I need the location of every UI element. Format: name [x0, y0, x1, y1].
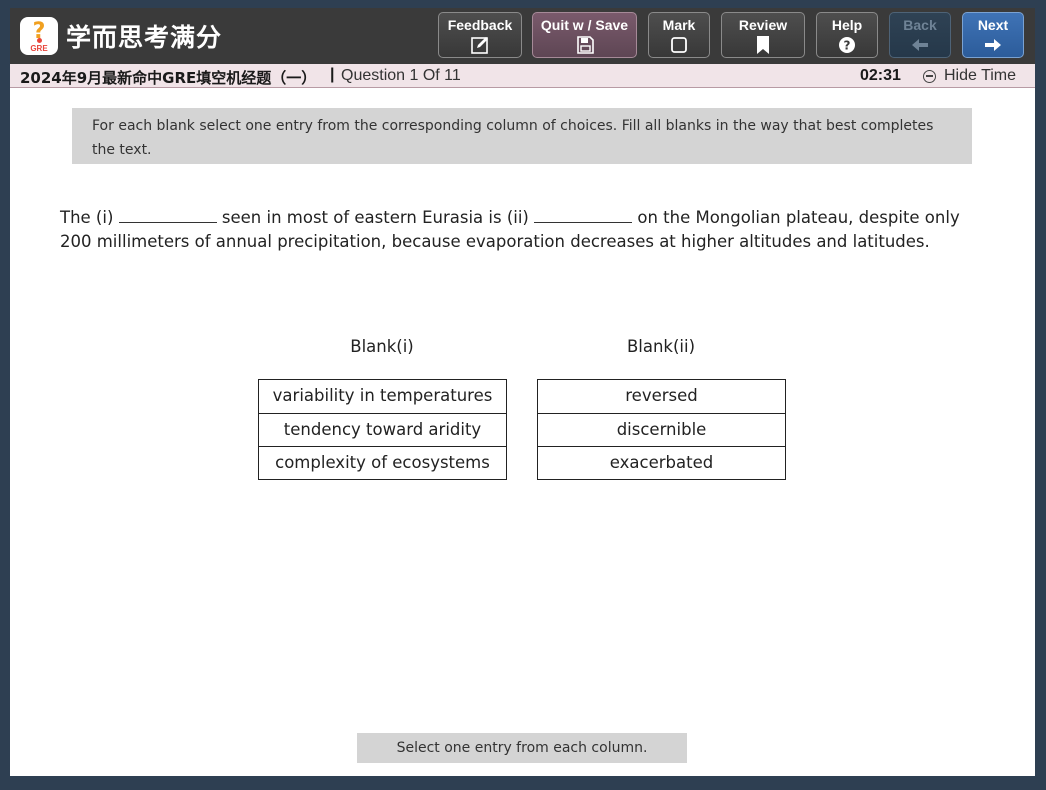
arrow-right-icon [963, 35, 1023, 57]
minus-circle-icon [923, 69, 936, 83]
hide-time-button[interactable]: Hide Time [923, 67, 1016, 85]
question-text: The (i) seen in most of eastern Eurasia … [60, 206, 990, 254]
question-counter: Question 1 Of 11 [341, 67, 461, 84]
toolbar: ? GRE 学而思考满分 Feedback Quit w / Save Mark [10, 8, 1035, 64]
back-button[interactable]: Back [889, 12, 951, 58]
timer: 02:31 [860, 67, 901, 84]
edit-icon [439, 35, 521, 57]
brand-name: 学而思考满分 [66, 23, 223, 52]
next-label: Next [977, 17, 1009, 33]
quit-save-button[interactable]: Quit w / Save [532, 12, 637, 58]
back-label: Back [903, 17, 937, 33]
next-button[interactable]: Next [962, 12, 1024, 58]
app-window: ? GRE 学而思考满分 Feedback Quit w / Save Mark [10, 8, 1035, 776]
choice-option[interactable]: exacerbated [538, 446, 785, 479]
help-icon: ? [817, 35, 877, 57]
question-part-1: The (i) [60, 208, 119, 227]
info-bar: 2024年9月最新命中GRE填空机经题（一） | Question 1 Of 1… [10, 64, 1035, 88]
bookmark-icon [722, 35, 804, 57]
blank-ii-line [534, 209, 633, 223]
logo-badge-icon: ? GRE [20, 17, 58, 55]
choice-option[interactable]: discernible [538, 413, 785, 446]
status-message: Select one entry from each column. [357, 733, 687, 763]
question-part-2: seen in most of eastern Eurasia is (ii) [216, 208, 535, 227]
blank-ii-choices: reversed discernible exacerbated [537, 379, 786, 480]
svg-text:?: ? [844, 39, 851, 53]
checkbox-icon [649, 35, 709, 57]
help-label: Help [831, 17, 863, 33]
mark-label: Mark [662, 17, 696, 33]
arrow-left-icon [890, 35, 950, 57]
brand-logo: ? GRE 学而思考满分 [20, 16, 222, 56]
choice-option[interactable]: tendency toward aridity [259, 413, 506, 446]
mark-button[interactable]: Mark [648, 12, 710, 58]
logo-badge-text: GRE [30, 44, 48, 53]
blank-i-choices: variability in temperatures tendency tow… [258, 379, 507, 480]
choice-option[interactable]: complexity of ecosystems [259, 446, 506, 479]
feedback-button[interactable]: Feedback [438, 12, 522, 58]
save-icon [533, 35, 636, 57]
hide-time-label: Hide Time [944, 67, 1017, 84]
blank-i-title: Blank(i) [350, 337, 414, 356]
blank-i-line [118, 209, 217, 223]
feedback-label: Feedback [447, 17, 513, 33]
exam-title: 2024年9月最新命中GRE填空机经题（一） [20, 69, 317, 87]
instructions-box: For each blank select one entry from the… [72, 108, 972, 164]
quit-save-label: Quit w / Save [540, 17, 629, 33]
choice-option[interactable]: reversed [538, 380, 785, 413]
choice-option[interactable]: variability in temperatures [259, 380, 506, 413]
blank-ii-title: Blank(ii) [626, 337, 696, 356]
separator: | [330, 66, 335, 83]
review-button[interactable]: Review [721, 12, 805, 58]
review-label: Review [738, 17, 788, 33]
help-button[interactable]: Help ? [816, 12, 878, 58]
